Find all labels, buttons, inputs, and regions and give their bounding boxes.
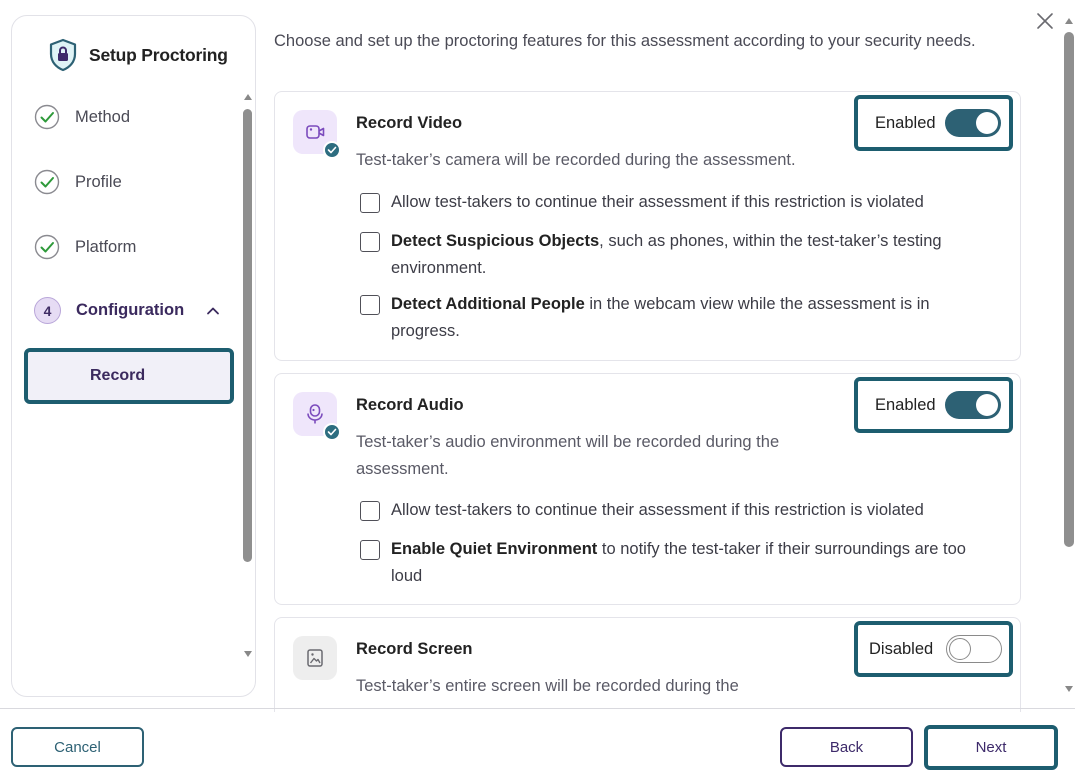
intro-text: Choose and set up the proctoring feature… [274,32,976,50]
allow-continue-checkbox[interactable] [360,193,380,213]
quiet-environment-checkbox[interactable] [360,540,380,560]
step-profile[interactable]: Profile [34,169,122,195]
main-scrollbar[interactable] [1064,12,1075,698]
record-screen-card: Record Screen Test-taker’s entire screen… [274,617,1021,712]
step-label: Profile [75,172,122,191]
card-description: Test-taker’s entire screen will be recor… [356,677,739,695]
record-audio-card: Record Audio Test-taker’s audio environm… [274,373,1021,605]
record-audio-switch[interactable] [945,391,1001,419]
step-configuration[interactable]: 4 Configuration [34,297,220,324]
allow-continue-checkbox[interactable] [360,501,380,521]
scrollbar-thumb[interactable] [243,109,252,562]
card-description: Test-taker’s audio environment will be r… [356,433,780,478]
screen-icon [307,649,323,667]
option-row[interactable]: Enable Quiet Environment to notify the t… [360,538,1000,590]
option-row[interactable]: Detect Additional People in the webcam v… [360,293,1000,345]
card-title: Record Screen [356,640,473,658]
microphone-icon [307,404,323,424]
step-method[interactable]: Method [34,104,130,130]
step-label: Configuration [76,301,185,319]
step-label: Platform [75,237,137,256]
sidebar-title: Setup Proctoring [89,44,228,65]
chevron-up-icon[interactable] [206,306,220,315]
sidebar-header: Setup Proctoring [48,38,228,72]
option-row[interactable]: Allow test-takers to continue their asse… [360,499,1000,524]
scrollbar-thumb[interactable] [1064,32,1074,547]
scroll-up-arrow-icon[interactable] [1065,18,1073,24]
shield-lock-icon [49,38,77,72]
step-number-badge: 4 [34,297,61,324]
step-label: Method [75,107,131,126]
sub-step-record[interactable]: Record [24,348,234,404]
check-circle-icon [34,104,60,130]
step-platform[interactable]: Platform [34,234,136,260]
record-video-switch[interactable] [945,109,1001,137]
close-icon[interactable] [1035,11,1055,31]
card-title: Record Audio [356,396,464,414]
record-screen-switch[interactable] [946,635,1002,663]
video-camera-icon [306,125,325,139]
sub-step-label: Record [90,367,146,384]
scroll-down-arrow-icon[interactable] [244,651,252,657]
detect-objects-checkbox[interactable] [360,232,380,252]
back-button[interactable]: Back [780,727,913,767]
toggle-label: Enabled [875,396,936,414]
cancel-button[interactable]: Cancel [11,727,144,767]
check-circle-icon [34,169,60,195]
sidebar-scrollbar[interactable] [242,94,255,674]
card-title: Record Video [356,114,463,132]
toggle-label: Disabled [869,640,934,658]
check-circle-icon [34,234,60,260]
toggle-label: Enabled [875,114,936,132]
card-description: Test-taker’s camera will be recorded dur… [356,151,796,169]
record-video-toggle-group[interactable]: Enabled [854,95,1013,151]
next-button[interactable]: Next [924,725,1058,770]
option-row[interactable]: Allow test-takers to continue their asse… [360,191,1000,216]
record-screen-toggle-group[interactable]: Disabled [854,621,1013,677]
record-audio-toggle-group[interactable]: Enabled [854,377,1013,433]
detect-people-checkbox[interactable] [360,295,380,315]
feature-icon-tile [293,636,337,680]
footer-divider [0,708,1075,709]
stepper-sidebar: Setup Proctoring Method Profile Platform… [11,15,256,697]
scroll-down-arrow-icon[interactable] [1065,686,1073,692]
scroll-up-arrow-icon[interactable] [244,94,252,100]
check-badge-icon [323,141,341,159]
check-badge-icon [323,423,341,441]
record-video-card: Record Video Test-taker’s camera will be… [274,91,1021,361]
option-row[interactable]: Detect Suspicious Objects, such as phone… [360,230,1000,282]
